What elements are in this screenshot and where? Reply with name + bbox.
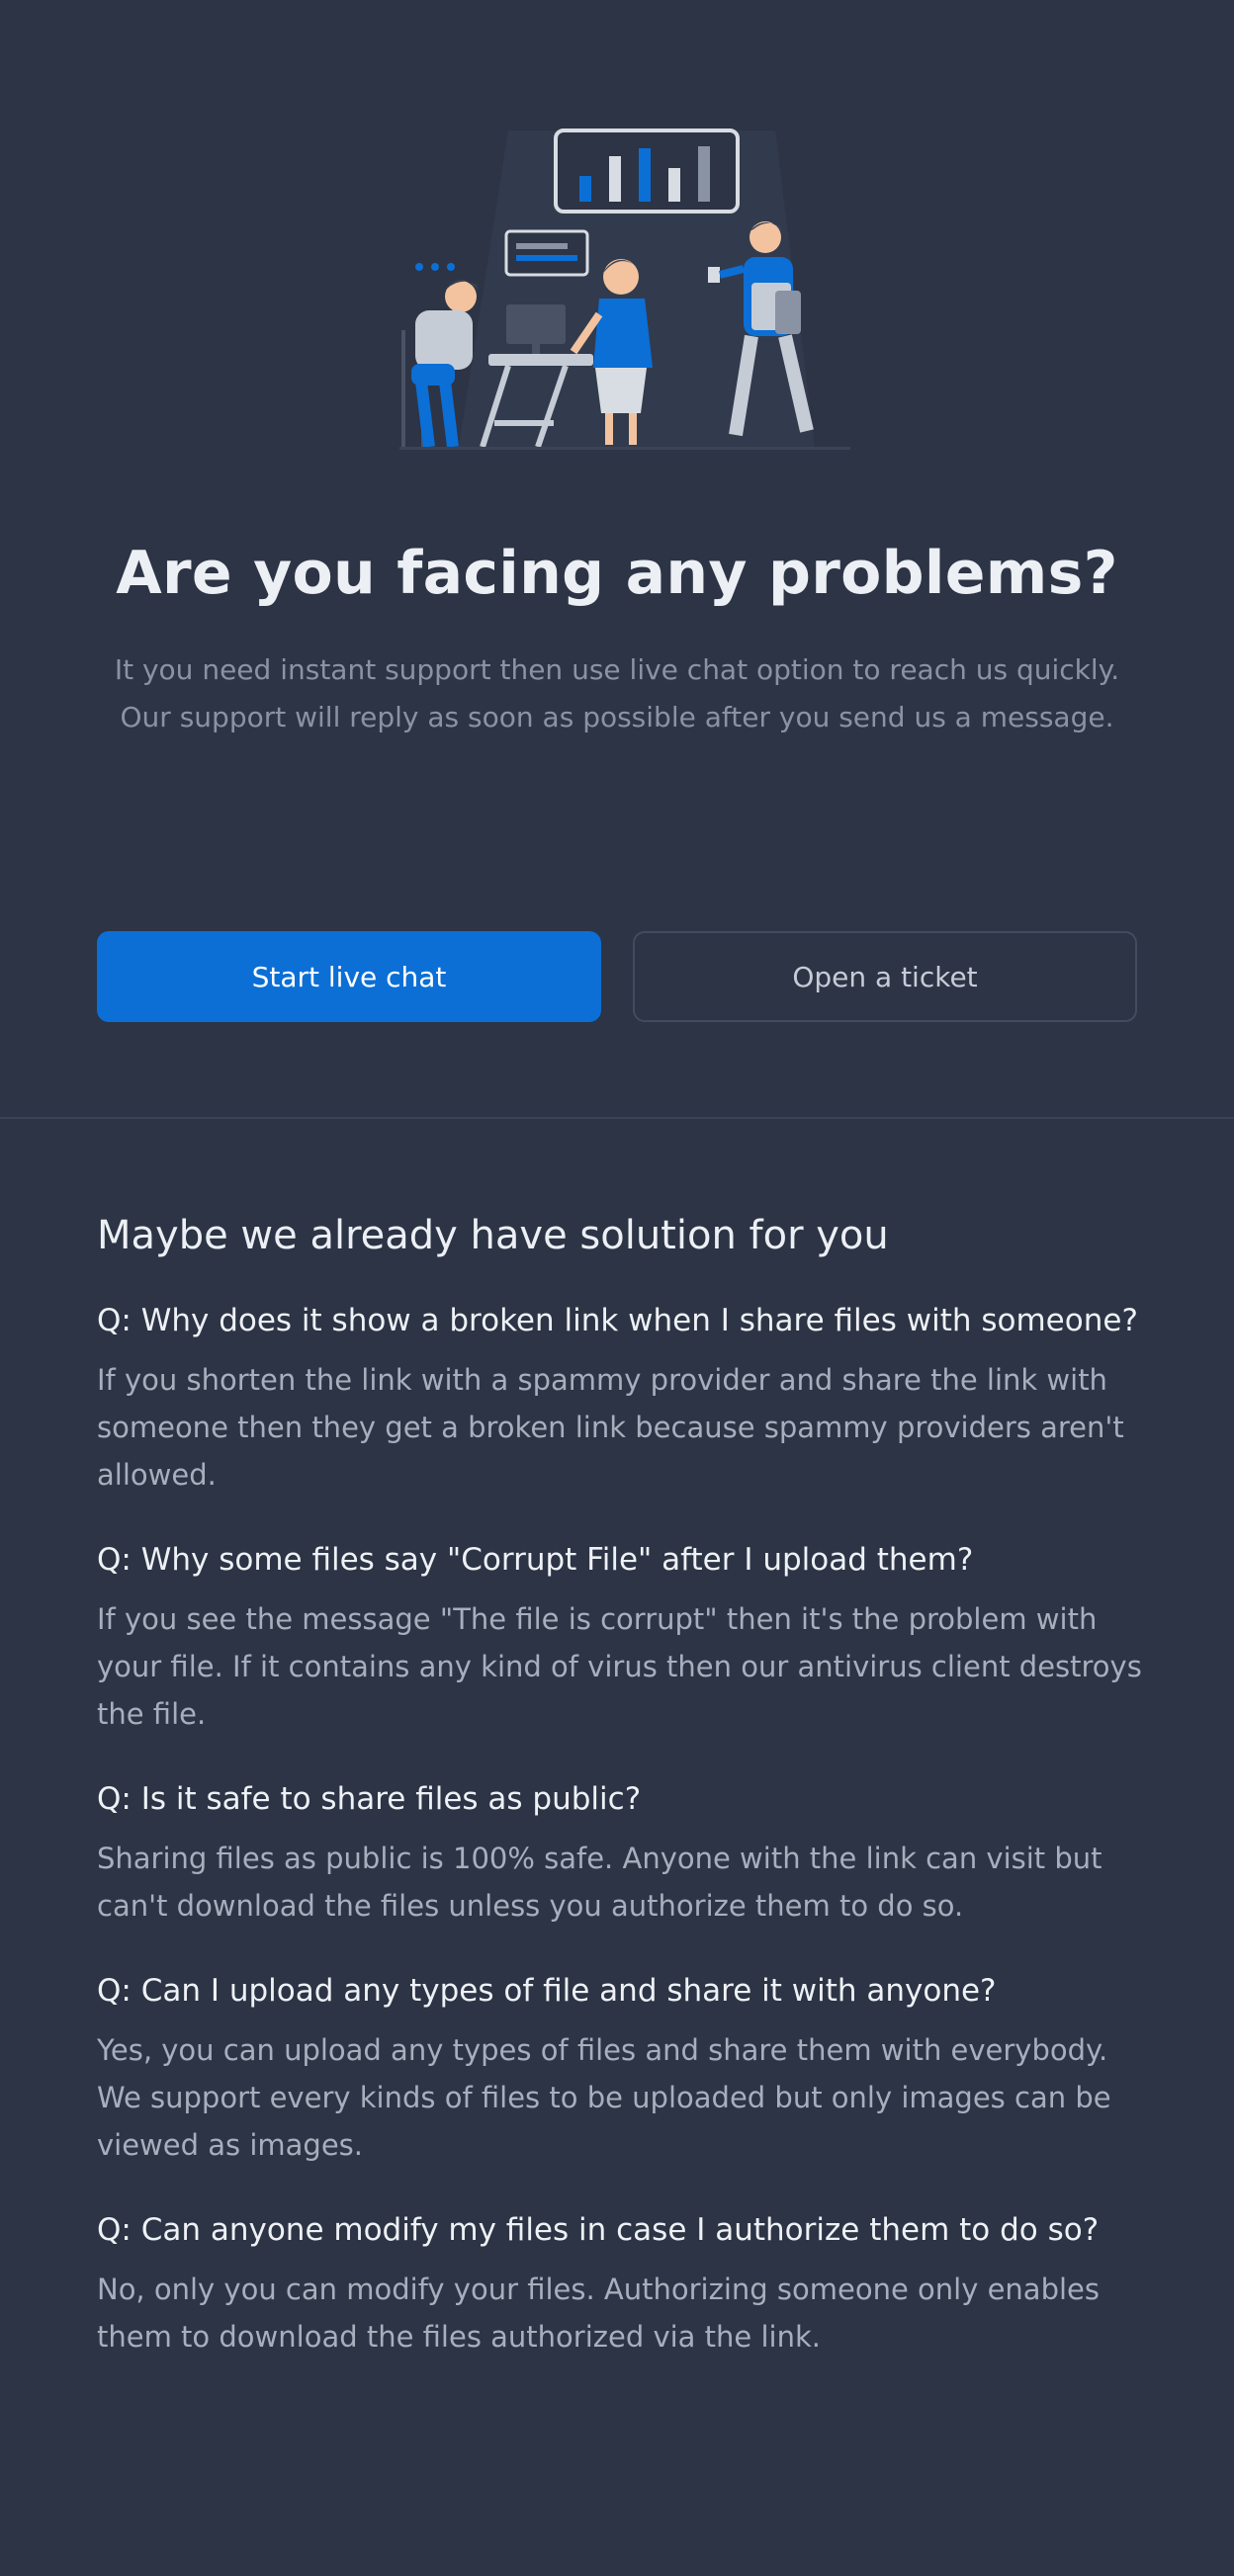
hero-description-line: Our support will reply as soon as possib…: [120, 701, 1114, 733]
hero-description-line: It you need instant support then use liv…: [114, 653, 1120, 686]
faq-question: Q: Can I upload any types of file and sh…: [97, 1973, 997, 2009]
faq-item: Q: Why some files say "Corrupt File" aft…: [97, 1538, 1145, 1738]
page-title: Are you facing any problems?: [116, 539, 1118, 608]
start-live-chat-button[interactable]: Start live chat: [97, 931, 601, 1022]
faq-question: Q: Is it safe to share files as public?: [97, 1781, 642, 1817]
open-ticket-button[interactable]: Open a ticket: [633, 931, 1137, 1022]
section-divider: [0, 1117, 1234, 1119]
faq-section: Maybe we already have solution for you Q…: [97, 1206, 1145, 2400]
faq-question: Q: Why does it show a broken link when I…: [97, 1303, 1138, 1338]
faq-item: Q: Can I upload any types of file and sh…: [97, 1969, 1145, 2169]
hero-description: It you need instant support then use liv…: [0, 646, 1234, 741]
faq-answer: No, only you can modify your files. Auth…: [97, 2273, 1100, 2354]
faq-answer: If you shorten the link with a spammy pr…: [97, 1363, 1124, 1492]
faq-item: Q: Can anyone modify my files in case I …: [97, 2208, 1145, 2361]
faq-item: Q: Is it safe to share files as public? …: [97, 1777, 1145, 1930]
support-team-illustration: [399, 129, 850, 450]
faq-question: Q: Why some files say "Corrupt File" aft…: [97, 1542, 974, 1578]
faq-item: Q: Why does it show a broken link when I…: [97, 1299, 1145, 1499]
faq-question: Q: Can anyone modify my files in case I …: [97, 2212, 1100, 2248]
faq-answer: Sharing files as public is 100% safe. An…: [97, 1842, 1102, 1923]
hero-section: Are you facing any problems? It you need…: [0, 0, 1234, 1117]
faq-answer: Yes, you can upload any types of files a…: [97, 2033, 1111, 2162]
faq-title: Maybe we already have solution for you: [97, 1213, 889, 1258]
faq-answer: If you see the message "The file is corr…: [97, 1602, 1142, 1731]
